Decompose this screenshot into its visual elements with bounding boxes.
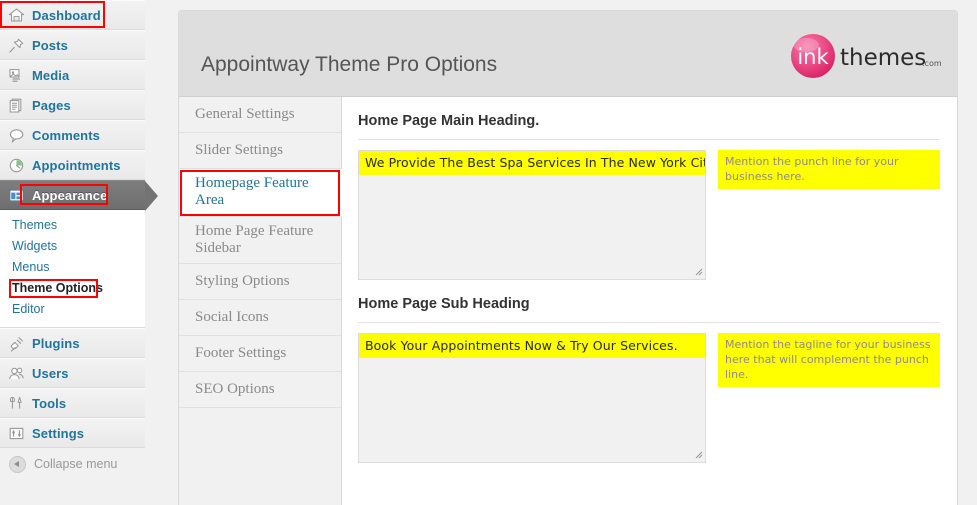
svg-text:.com: .com — [922, 59, 941, 68]
svg-text:ink: ink — [797, 45, 829, 69]
sidebar-item-label: Plugins — [32, 335, 80, 351]
heading-textarea[interactable]: Book Your Appointments Now & Try Our Ser… — [358, 333, 706, 463]
tab-home-page-feature-sidebar[interactable]: Home Page Feature Sidebar — [179, 216, 341, 264]
field-hint-note: Mention the tagline for your business he… — [718, 333, 940, 387]
settings-tab-list: General Settings Slider Settings Homepage … — [179, 97, 342, 505]
dashboard-icon — [8, 7, 25, 24]
tab-seo-options[interactable]: SEO Options — [179, 372, 341, 408]
settings-content: Home Page Main Heading. We Provide The Be… — [342, 97, 957, 505]
tab-general-settings[interactable]: General Settings — [179, 97, 341, 133]
submenu-item-themes[interactable]: Themes — [0, 215, 145, 236]
textarea-wrapper: We Provide The Best Spa Services In The … — [358, 150, 706, 280]
sidebar-item-plugins[interactable]: Plugins — [0, 328, 145, 358]
sidebar-item-label: Users — [32, 365, 69, 381]
field-label: Home Page Sub Heading — [358, 296, 530, 312]
tab-homepage-feature-area[interactable]: Homepage Feature Area — [179, 169, 342, 217]
submenu-item-theme-options[interactable]: Theme Options — [0, 278, 145, 299]
settings-icon — [8, 425, 25, 442]
sidebar-item-dashboard[interactable]: Dashboard — [0, 0, 145, 30]
submenu-item-widgets[interactable]: Widgets — [0, 236, 145, 257]
theme-options-panel: Appointway Theme Pro Options ink themes — [178, 10, 958, 505]
textarea-wrapper: Book Your Appointments Now & Try Our Ser… — [358, 333, 706, 463]
tab-list-filler — [179, 408, 341, 505]
sidebar-item-pages[interactable]: Pages — [0, 90, 145, 120]
tab-footer-settings[interactable]: Footer Settings — [179, 336, 341, 372]
wp-admin-menu: Dashboard Posts Media Pages Comments Appointm… — [0, 0, 158, 211]
sidebar-item-label: Posts — [32, 37, 68, 53]
divider — [358, 139, 939, 140]
field-label: Home Page Main Heading. — [358, 113, 540, 129]
sidebar-item-label: Settings — [32, 425, 85, 441]
settings-field-block: Home Page Sub Heading Book Your Appointme… — [358, 296, 940, 463]
sidebar-item-label: Appearance — [32, 187, 108, 203]
settings-field-block: Home Page Main Heading. We Provide The Be… — [358, 113, 940, 280]
media-icon — [8, 67, 25, 84]
tab-slider-settings[interactable]: Slider Settings — [179, 133, 341, 169]
field-row: Book Your Appointments Now & Try Our Ser… — [358, 333, 940, 463]
submenu-item-editor[interactable]: Editor — [0, 299, 145, 320]
sidebar-item-tools[interactable]: Tools — [0, 388, 145, 418]
page-title: Appointway Theme Pro Options — [201, 53, 498, 76]
collapse-menu-button[interactable]: Collapse menu — [0, 449, 145, 479]
field-hint-note: Mention the punch line for your business… — [718, 150, 940, 189]
comments-icon — [8, 127, 25, 144]
sidebar-item-users[interactable]: Users — [0, 358, 145, 388]
pages-icon — [8, 97, 25, 114]
users-icon — [8, 365, 25, 382]
tab-styling-options[interactable]: Styling Options — [179, 264, 341, 300]
sidebar-item-appointments[interactable]: Appointments — [0, 150, 145, 180]
sidebar-item-appearance[interactable]: Appearance — [0, 180, 158, 211]
field-row: We Provide The Best Spa Services In The … — [358, 150, 940, 280]
sidebar-item-posts[interactable]: Posts — [0, 30, 145, 60]
tools-icon — [8, 395, 25, 412]
collapse-arrow-icon — [9, 455, 26, 473]
divider — [358, 322, 939, 323]
svg-text:themes: themes — [840, 45, 926, 71]
sidebar-item-label: Dashboard — [32, 7, 101, 23]
sidebar-item-media[interactable]: Media — [0, 60, 145, 90]
pin-icon — [8, 37, 25, 54]
sidebar-item-label: Media — [32, 67, 70, 83]
sidebar-item-label: Appointments — [32, 157, 121, 173]
sidebar-item-comments[interactable]: Comments — [0, 120, 145, 150]
panel-header: Appointway Theme Pro Options ink themes — [179, 11, 957, 97]
sidebar-item-label: Tools — [32, 395, 67, 411]
sidebar-item-label: Pages — [32, 97, 71, 113]
sidebar-item-label: Comments — [32, 127, 100, 143]
appointments-icon — [8, 157, 25, 174]
textarea-value: Book Your Appointments Now & Try Our Ser… — [359, 334, 705, 358]
tab-social-icons[interactable]: Social Icons — [179, 300, 341, 336]
wp-admin-menu-lower: Plugins Users Tools Settings — [0, 328, 145, 448]
screen: Dashboard Posts Media Pages Comments Appointm… — [0, 0, 977, 505]
collapse-menu-label: Collapse menu — [34, 457, 118, 471]
plugin-icon — [8, 335, 25, 352]
sidebar-item-settings[interactable]: Settings — [0, 418, 145, 448]
textarea-value: We Provide The Best Spa Services In The … — [359, 151, 705, 175]
appearance-icon — [8, 187, 25, 204]
wp-admin-sidebar: Dashboard Posts Media Pages Comments Appointm… — [0, 0, 158, 505]
submenu-item-menus[interactable]: Menus — [0, 257, 145, 278]
appearance-submenu: Themes Widgets Menus Theme Options Editor — [0, 210, 145, 328]
current-menu-arrow — [145, 181, 158, 211]
inkthemes-logo: ink themes .com — [786, 33, 942, 79]
panel-body: General Settings Slider Settings Homepage … — [179, 97, 957, 505]
heading-textarea[interactable]: We Provide The Best Spa Services In The … — [358, 150, 706, 280]
